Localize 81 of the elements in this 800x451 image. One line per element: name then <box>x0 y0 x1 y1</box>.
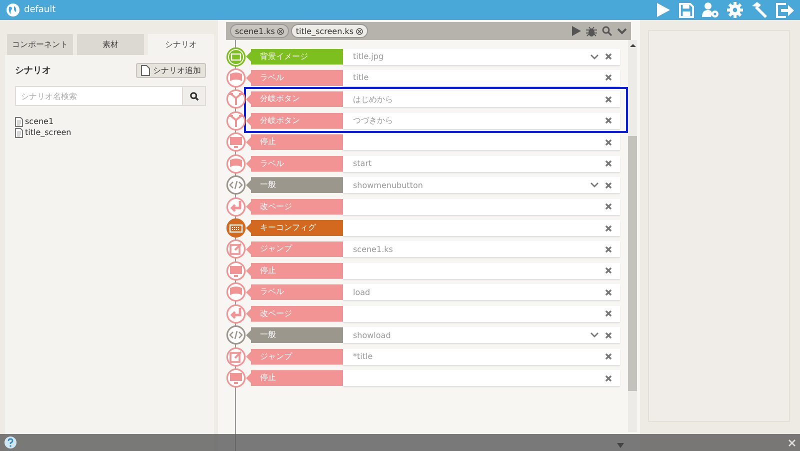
parameter-field[interactable]: title <box>343 70 620 86</box>
search-icon[interactable] <box>602 26 612 36</box>
search-button[interactable] <box>182 86 206 106</box>
delete-icon[interactable] <box>605 96 612 103</box>
delete-icon[interactable] <box>605 117 612 124</box>
parameter-field[interactable]: *title <box>343 348 620 365</box>
delete-icon[interactable] <box>605 74 612 82</box>
delete-icon[interactable] <box>605 310 612 318</box>
play-icon[interactable] <box>655 2 671 18</box>
document-icon <box>141 65 150 76</box>
chevron-down-icon[interactable] <box>590 54 599 60</box>
command-label: 改ページ <box>246 198 343 215</box>
command-label: 一般 <box>246 177 343 194</box>
window-title: default <box>24 5 56 15</box>
scrollbar[interactable] <box>628 40 637 432</box>
sidebar-tab[interactable]: 素材 <box>77 34 144 55</box>
delete-icon[interactable] <box>605 138 612 146</box>
close-icon[interactable] <box>276 28 284 34</box>
scenario-file-item[interactable]: title_screen <box>25 128 72 137</box>
user-settings-icon[interactable] <box>702 2 719 18</box>
parameter-field[interactable]: scene1.ks <box>343 241 620 258</box>
search-icon <box>190 92 198 100</box>
delete-icon[interactable] <box>605 203 612 210</box>
command-label: ラベル <box>246 70 343 86</box>
sidebar-tab[interactable]: シナリオ <box>148 34 214 55</box>
bug-icon[interactable] <box>586 26 597 36</box>
chevron-down-icon[interactable] <box>590 332 599 338</box>
command-label: 分岐ボタン <box>246 91 343 108</box>
command-label: ラベル <box>246 156 343 172</box>
delete-icon[interactable] <box>605 224 612 232</box>
panel-heading: シナリオ <box>15 65 51 77</box>
delete-icon[interactable] <box>605 374 612 382</box>
command-label: ジャンプ <box>246 241 343 258</box>
command-label: 停止 <box>246 262 343 279</box>
parameter-field[interactable] <box>343 198 620 215</box>
command-label: 一般 <box>246 327 343 344</box>
delete-icon[interactable] <box>605 182 612 189</box>
save-icon[interactable] <box>679 2 694 18</box>
parameter-field[interactable] <box>343 220 620 236</box>
scenario-file-item[interactable]: scene1 <box>25 117 54 126</box>
parameter-field[interactable]: start <box>343 156 620 172</box>
parameter-field[interactable]: showmenubutton <box>343 177 620 194</box>
delete-icon[interactable] <box>605 246 612 253</box>
delete-icon[interactable] <box>605 160 612 168</box>
command-label: 停止 <box>246 370 343 386</box>
chevron-down-icon[interactable] <box>590 182 599 188</box>
caret-icon[interactable] <box>617 443 624 448</box>
parameter-field[interactable] <box>343 134 620 150</box>
sidebar-tab[interactable]: コンポーネント <box>7 34 74 55</box>
add-scenario-button[interactable]: シナリオ追加 <box>136 63 206 78</box>
exit-icon[interactable] <box>776 2 794 18</box>
command-label: ジャンプ <box>246 348 343 365</box>
delete-icon[interactable] <box>605 353 612 360</box>
chevron-down-icon[interactable] <box>617 28 627 34</box>
command-label: キーコンフィグ <box>246 220 343 236</box>
parameter-field[interactable]: title.jpg <box>343 48 620 64</box>
parameter-field[interactable]: つづきから <box>343 112 620 129</box>
command-label: 改ページ <box>246 306 343 322</box>
file-tab[interactable]: title_screen.ks <box>290 24 368 38</box>
parameter-field[interactable] <box>343 370 620 386</box>
command-label: 分岐ボタン <box>246 112 343 129</box>
command-label: 停止 <box>246 134 343 150</box>
play-icon[interactable] <box>571 26 581 36</box>
command-label: ラベル <box>246 284 343 300</box>
delete-icon[interactable] <box>605 53 612 60</box>
delete-icon[interactable] <box>605 288 612 296</box>
hammer-icon[interactable] <box>751 2 768 18</box>
delete-icon[interactable] <box>605 332 612 339</box>
globe-icon <box>6 3 20 17</box>
parameter-field[interactable]: showload <box>343 327 620 344</box>
close-icon[interactable] <box>356 28 362 34</box>
parameter-field[interactable]: load <box>343 284 620 300</box>
delete-icon[interactable] <box>605 267 612 274</box>
parameter-field[interactable] <box>343 306 620 322</box>
help-icon[interactable] <box>4 436 17 449</box>
command-label: 背景イメージ <box>246 48 343 64</box>
file-tab[interactable]: scene1.ks <box>230 24 289 38</box>
settings-icon[interactable] <box>727 2 743 18</box>
parameter-field[interactable] <box>343 262 620 279</box>
search-field[interactable]: シナリオ名検索 <box>15 86 182 106</box>
parameter-field[interactable]: はじめから <box>343 91 620 108</box>
